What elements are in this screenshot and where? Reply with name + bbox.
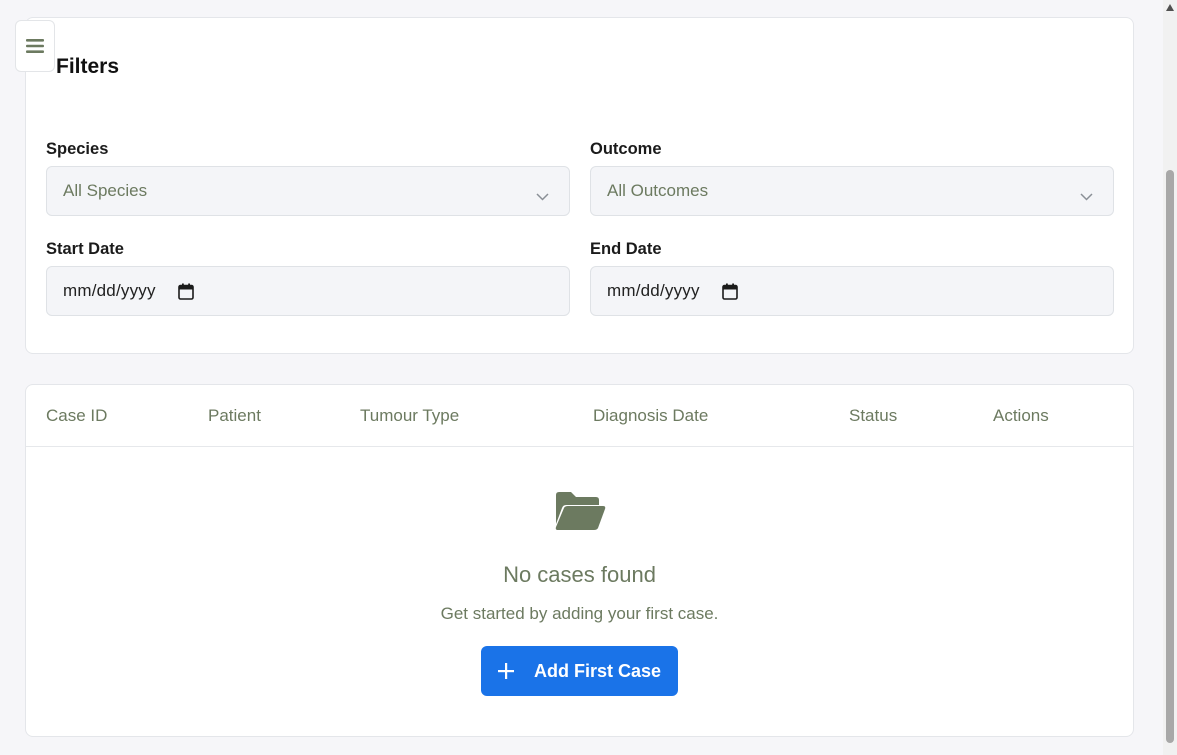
scrollbar-thumb[interactable] (1166, 170, 1174, 743)
species-filter: Species All Species (46, 140, 570, 216)
plus-icon (497, 663, 514, 679)
outcome-filter: Outcome All Outcomes (590, 140, 1114, 216)
end-date-label: End Date (590, 240, 662, 258)
column-header-status[interactable]: Status (849, 406, 897, 426)
end-date-filter: End Date mm/dd/yyyy (590, 240, 1114, 316)
empty-state-title: No cases found (503, 562, 656, 587)
column-header-tumour-type[interactable]: Tumour Type (360, 406, 459, 426)
end-date-input[interactable]: mm/dd/yyyy (590, 266, 1114, 316)
species-label: Species (46, 140, 109, 158)
vertical-scrollbar[interactable] (1163, 0, 1177, 755)
add-first-case-button[interactable]: Add First Case (481, 646, 678, 696)
start-date-filter: Start Date mm/dd/yyyy (46, 240, 570, 316)
end-date-value: mm/dd/yyyy (607, 281, 700, 300)
cases-table-card: Case ID Patient Tumour Type Diagnosis Da… (25, 384, 1134, 737)
add-first-case-label: Add First Case (533, 660, 662, 681)
filters-title: Filters (56, 55, 120, 78)
hamburger-icon (26, 38, 44, 54)
column-header-diagnosis-date[interactable]: Diagnosis Date (593, 406, 708, 426)
start-date-label: Start Date (46, 240, 124, 258)
column-header-actions: Actions (993, 406, 1049, 425)
outcome-label: Outcome (590, 140, 662, 158)
start-date-input[interactable]: mm/dd/yyyy (46, 266, 570, 316)
filters-card: Filters Species All Species Outcome All … (25, 17, 1134, 354)
chevron-down-icon (1080, 186, 1093, 206)
table-header: Case ID Patient Tumour Type Diagnosis Da… (26, 385, 1133, 447)
menu-toggle-button[interactable] (15, 20, 55, 72)
calendar-icon[interactable] (177, 283, 194, 300)
column-header-patient[interactable]: Patient (208, 406, 261, 426)
calendar-icon[interactable] (721, 283, 738, 300)
page: Filters Species All Species Outcome All … (0, 0, 1177, 755)
folder-open-icon (554, 491, 606, 536)
species-select[interactable]: All Species (46, 166, 570, 216)
empty-state-subtitle: Get started by adding your first case. (440, 604, 719, 623)
species-selected-value: All Species (63, 181, 148, 200)
column-header-case-id[interactable]: Case ID (46, 406, 107, 426)
outcome-select[interactable]: All Outcomes (590, 166, 1114, 216)
chevron-down-icon (536, 186, 549, 206)
scroll-up-arrow-icon[interactable] (1166, 4, 1174, 11)
start-date-value: mm/dd/yyyy (63, 281, 156, 300)
outcome-selected-value: All Outcomes (607, 181, 709, 200)
empty-state: No cases found Get started by adding you… (26, 447, 1133, 737)
